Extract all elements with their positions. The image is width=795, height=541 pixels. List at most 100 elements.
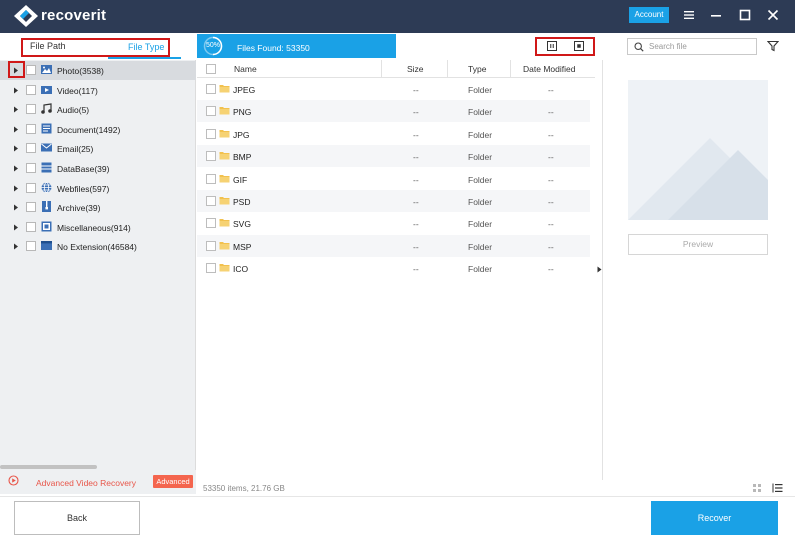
sidebar-item[interactable]: Email(25) xyxy=(0,139,196,158)
expand-arrow-icon[interactable] xyxy=(13,145,19,152)
menu-icon[interactable] xyxy=(680,7,698,23)
row-size: -- xyxy=(413,264,419,275)
filter-icon[interactable] xyxy=(767,40,779,52)
database-icon xyxy=(41,162,52,173)
row-checkbox[interactable] xyxy=(206,84,216,94)
row-date: -- xyxy=(548,219,554,230)
active-tab-indicator xyxy=(108,57,181,59)
sidebar-item[interactable]: Video(117) xyxy=(0,81,196,100)
sidebar-item[interactable]: Document(1492) xyxy=(0,120,196,139)
sidebar-item-checkbox[interactable] xyxy=(26,104,36,115)
sidebar-item[interactable]: No Extension(46584) xyxy=(0,237,196,256)
file-list-header: Name Size Type Date Modified xyxy=(197,60,595,78)
table-row[interactable]: BMP -- Folder -- xyxy=(197,145,590,168)
table-row[interactable]: PSD -- Folder -- xyxy=(197,190,590,212)
search-input[interactable] xyxy=(649,41,753,52)
sidebar-item-checkbox[interactable] xyxy=(26,143,36,154)
table-row[interactable]: GIF -- Folder -- xyxy=(197,168,590,190)
sidebar-scrollbar[interactable] xyxy=(0,465,97,469)
row-checkbox[interactable] xyxy=(206,240,216,251)
folder-icon xyxy=(219,197,230,205)
maximize-icon[interactable] xyxy=(736,7,754,23)
account-button[interactable]: Account xyxy=(629,7,669,23)
expand-arrow-icon[interactable] xyxy=(13,106,19,113)
table-row[interactable]: MSP -- Folder -- xyxy=(197,234,590,257)
advanced-video-recovery-label[interactable]: Advanced Video Recovery xyxy=(36,478,136,488)
column-header-date-modified[interactable]: Date Modified xyxy=(523,64,575,74)
column-header-type[interactable]: Type xyxy=(468,64,486,74)
back-button[interactable]: Back xyxy=(14,501,140,535)
expand-arrow-icon[interactable] xyxy=(13,224,19,231)
column-divider xyxy=(447,60,448,78)
row-checkbox[interactable] xyxy=(206,218,216,229)
sidebar-item-checkbox[interactable] xyxy=(26,65,36,75)
row-size: -- xyxy=(413,129,419,140)
row-type: Folder xyxy=(468,107,493,118)
sidebar-item-checkbox[interactable] xyxy=(26,202,36,213)
pause-icon[interactable] xyxy=(547,41,557,51)
globe-icon xyxy=(41,181,52,193)
email-icon xyxy=(41,143,52,152)
file-type-sidebar: Photo(3538) Video(117) Audio(5) Document(14… xyxy=(0,60,196,470)
sidebar-item-label: Miscellaneous(914) xyxy=(57,222,131,233)
sidebar-item[interactable]: DataBase(39) xyxy=(0,159,196,178)
sidebar-item-checkbox[interactable] xyxy=(26,221,36,232)
row-date: -- xyxy=(548,129,554,140)
row-date: -- xyxy=(548,264,554,275)
row-date: -- xyxy=(548,197,554,207)
column-header-size[interactable]: Size xyxy=(407,64,424,74)
advanced-video-recovery-row[interactable]: Advanced Video Recovery Advanced xyxy=(0,470,196,494)
app-brand: recoverit xyxy=(41,7,107,24)
row-checkbox[interactable] xyxy=(206,173,216,184)
sidebar-item-label: Audio(5) xyxy=(57,105,90,116)
row-name: MSP xyxy=(233,241,252,252)
advanced-badge[interactable]: Advanced xyxy=(153,475,193,488)
close-icon[interactable] xyxy=(764,7,782,23)
table-row[interactable]: JPEG -- Folder -- xyxy=(197,78,590,100)
miscellaneous-icon xyxy=(41,221,52,232)
row-checkbox[interactable] xyxy=(206,106,216,117)
row-checkbox[interactable] xyxy=(206,128,216,139)
table-row[interactable]: ICO -- Folder -- xyxy=(197,257,590,279)
sidebar-item[interactable]: Photo(3538) xyxy=(0,61,196,80)
sidebar-item-checkbox[interactable] xyxy=(26,84,36,95)
expand-arrow-icon[interactable] xyxy=(13,185,19,192)
scan-progress-bar: 50% Files Found: 53350 xyxy=(197,34,396,58)
sidebar-item-checkbox[interactable] xyxy=(26,163,36,173)
status-bar: 53350 items, 21.76 GB xyxy=(197,480,795,496)
expand-arrow-icon[interactable] xyxy=(13,204,19,211)
row-checkbox[interactable] xyxy=(206,151,216,162)
sidebar-item-checkbox[interactable] xyxy=(26,123,36,134)
sidebar-item[interactable]: Miscellaneous(914) xyxy=(0,218,196,237)
recover-button[interactable]: Recover xyxy=(651,501,778,535)
preview-button[interactable]: Preview xyxy=(628,234,768,255)
table-row[interactable]: SVG -- Folder -- xyxy=(197,212,590,234)
minimize-icon[interactable] xyxy=(707,7,725,23)
row-type: Folder xyxy=(468,85,493,95)
expand-arrow-icon[interactable] xyxy=(13,165,19,172)
expand-arrow-icon[interactable] xyxy=(13,87,19,94)
list-view-icon[interactable] xyxy=(772,483,783,493)
folder-icon xyxy=(219,241,230,250)
column-header-name[interactable]: Name xyxy=(234,64,257,74)
stop-icon[interactable] xyxy=(574,41,584,51)
sidebar-item-label: No Extension(46584) xyxy=(57,242,137,253)
tabs-highlight-box xyxy=(21,38,170,57)
select-all-checkbox[interactable] xyxy=(206,64,216,74)
sidebar-item[interactable]: Webfiles(597) xyxy=(0,179,196,198)
row-size: -- xyxy=(413,152,419,163)
row-checkbox[interactable] xyxy=(206,196,216,206)
expand-arrow-icon[interactable] xyxy=(13,243,19,250)
sidebar-item-checkbox[interactable] xyxy=(26,241,36,252)
table-row[interactable]: PNG -- Folder -- xyxy=(197,100,590,123)
sidebar-item[interactable]: Audio(5) xyxy=(0,100,196,119)
grid-view-icon[interactable] xyxy=(752,483,762,493)
sidebar-item-label: DataBase(39) xyxy=(57,164,110,174)
sidebar-item-checkbox[interactable] xyxy=(26,182,36,193)
row-checkbox[interactable] xyxy=(206,263,216,274)
search-box[interactable] xyxy=(627,38,757,55)
sidebar-item[interactable]: Archive(39) xyxy=(0,198,196,217)
row-size: -- xyxy=(413,197,419,207)
expand-arrow-icon[interactable] xyxy=(13,126,19,133)
table-row[interactable]: JPG -- Folder -- xyxy=(197,123,590,145)
